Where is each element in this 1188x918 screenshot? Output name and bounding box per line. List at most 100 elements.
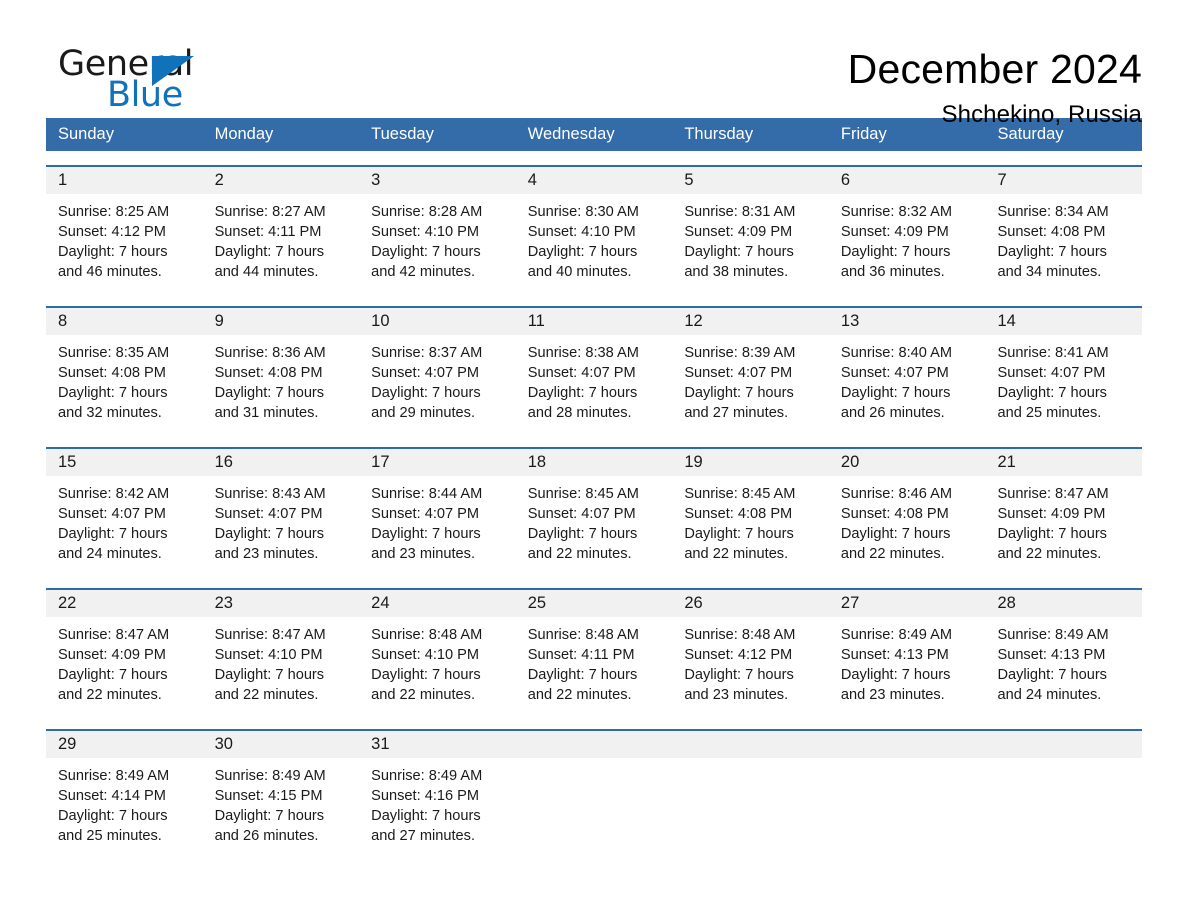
sunrise-text: Sunrise: 8:49 AM (371, 768, 483, 784)
day-cell[interactable]: 27 Sunrise: 8:49 AM Sunset: 4:13 PM Dayl… (828, 590, 986, 715)
day-cell[interactable]: 18 Sunrise: 8:45 AM Sunset: 4:07 PM Dayl… (515, 449, 673, 574)
day-cell[interactable]: 9 Sunrise: 8:36 AM Sunset: 4:08 PM Dayli… (202, 308, 360, 433)
daylight-text-line1: Daylight: 7 hours (684, 244, 794, 260)
day-cell[interactable]: 25 Sunrise: 8:48 AM Sunset: 4:11 PM Dayl… (515, 590, 673, 715)
day-cell[interactable]: 13 Sunrise: 8:40 AM Sunset: 4:07 PM Dayl… (828, 308, 986, 433)
daylight-text-line1: Daylight: 7 hours (371, 808, 481, 824)
day-cell[interactable]: 3 Sunrise: 8:28 AM Sunset: 4:10 PM Dayli… (359, 167, 516, 292)
sunset-text: Sunset: 4:11 PM (214, 224, 322, 240)
day-details: Sunrise: 8:27 AM Sunset: 4:11 PM Dayligh… (203, 194, 360, 292)
day-details: Sunrise: 8:45 AM Sunset: 4:08 PM Dayligh… (672, 476, 829, 574)
day-cell[interactable]: 17 Sunrise: 8:44 AM Sunset: 4:07 PM Dayl… (359, 449, 516, 574)
day-number: 7 (985, 167, 1143, 194)
daylight-text-line2: and 38 minutes. (684, 264, 789, 280)
sunrise-text: Sunrise: 8:36 AM (214, 345, 326, 361)
sunrise-text: Sunrise: 8:27 AM (214, 204, 326, 220)
day-cell[interactable]: 21 Sunrise: 8:47 AM Sunset: 4:09 PM Dayl… (985, 449, 1143, 574)
day-cell[interactable]: 12 Sunrise: 8:39 AM Sunset: 4:07 PM Dayl… (672, 308, 829, 433)
weekday-header-wednesday: Wednesday (527, 125, 615, 143)
sunset-text: Sunset: 4:07 PM (840, 365, 949, 381)
day-details: Sunrise: 8:48 AM Sunset: 4:12 PM Dayligh… (672, 617, 829, 715)
day-cell[interactable]: 6 Sunrise: 8:32 AM Sunset: 4:09 PM Dayli… (828, 167, 986, 292)
day-cell[interactable]: 30 Sunrise: 8:49 AM Sunset: 4:15 PM Dayl… (202, 731, 360, 856)
daylight-text-line2: and 44 minutes. (214, 264, 319, 280)
day-cell[interactable]: 24 Sunrise: 8:48 AM Sunset: 4:10 PM Dayl… (359, 590, 516, 715)
day-cell[interactable]: 31 Sunrise: 8:49 AM Sunset: 4:16 PM Dayl… (359, 731, 516, 856)
day-number (828, 731, 986, 758)
daylight-text-line1: Daylight: 7 hours (214, 244, 325, 260)
daylight-text-line2: and 28 minutes. (527, 405, 632, 421)
day-number: 30 (202, 731, 360, 758)
calendar-week-row: 1 Sunrise: 8:25 AM Sunset: 4:12 PM Dayli… (46, 165, 1143, 292)
daylight-text-line1: Daylight: 7 hours (371, 667, 481, 683)
day-cell[interactable]: 22 Sunrise: 8:47 AM Sunset: 4:09 PM Dayl… (46, 590, 203, 715)
day-details: Sunrise: 8:35 AM Sunset: 4:08 PM Dayligh… (46, 335, 203, 433)
day-details: Sunrise: 8:36 AM Sunset: 4:08 PM Dayligh… (203, 335, 360, 433)
weekday-header-monday: Monday (214, 125, 274, 143)
day-cell[interactable]: 7 Sunrise: 8:34 AM Sunset: 4:08 PM Dayli… (985, 167, 1143, 292)
daylight-text-line1: Daylight: 7 hours (527, 385, 638, 401)
sunset-text: Sunset: 4:10 PM (371, 647, 480, 663)
day-cell[interactable]: 11 Sunrise: 8:38 AM Sunset: 4:07 PM Dayl… (515, 308, 673, 433)
sunrise-text: Sunrise: 8:49 AM (997, 627, 1109, 643)
daylight-text-line2: and 25 minutes. (58, 828, 162, 844)
daylight-text-line2: and 40 minutes. (527, 264, 632, 280)
daylight-text-line2: and 23 minutes. (684, 687, 789, 703)
weekday-header-row: Sunday Monday Tuesday Wednesday Thursday… (46, 118, 1142, 151)
day-cell[interactable]: 19 Sunrise: 8:45 AM Sunset: 4:08 PM Dayl… (672, 449, 829, 574)
day-cell[interactable]: 14 Sunrise: 8:41 AM Sunset: 4:07 PM Dayl… (985, 308, 1143, 433)
daylight-text-line2: and 22 minutes. (527, 546, 632, 562)
day-cell[interactable]: 26 Sunrise: 8:48 AM Sunset: 4:12 PM Dayl… (672, 590, 829, 715)
sunset-text: Sunset: 4:11 PM (527, 647, 635, 663)
daylight-text-line2: and 27 minutes. (371, 828, 476, 844)
daylight-text-line2: and 36 minutes. (840, 264, 945, 280)
calendar-week-row: 8 Sunrise: 8:35 AM Sunset: 4:08 PM Dayli… (46, 306, 1143, 433)
sunset-text: Sunset: 4:09 PM (58, 647, 166, 663)
day-cell[interactable]: 2 Sunrise: 8:27 AM Sunset: 4:11 PM Dayli… (202, 167, 360, 292)
day-cell[interactable]: 15 Sunrise: 8:42 AM Sunset: 4:07 PM Dayl… (46, 449, 203, 574)
day-details: Sunrise: 8:34 AM Sunset: 4:08 PM Dayligh… (985, 194, 1142, 292)
day-number: 13 (828, 308, 986, 335)
day-cell[interactable]: 20 Sunrise: 8:46 AM Sunset: 4:08 PM Dayl… (828, 449, 986, 574)
daylight-text-line2: and 26 minutes. (214, 828, 319, 844)
sunrise-text: Sunrise: 8:48 AM (527, 627, 639, 643)
day-cell[interactable]: 28 Sunrise: 8:49 AM Sunset: 4:13 PM Dayl… (985, 590, 1143, 715)
day-cell[interactable]: 16 Sunrise: 8:43 AM Sunset: 4:07 PM Dayl… (202, 449, 360, 574)
general-blue-logo: General Blue (46, 44, 246, 120)
daylight-text-line2: and 22 minutes. (684, 546, 789, 562)
daylight-text-line2: and 31 minutes. (214, 405, 319, 421)
daylight-text-line1: Daylight: 7 hours (58, 808, 168, 824)
sunset-text: Sunset: 4:07 PM (527, 365, 636, 381)
day-cell[interactable]: 4 Sunrise: 8:30 AM Sunset: 4:10 PM Dayli… (515, 167, 673, 292)
daylight-text-line1: Daylight: 7 hours (527, 244, 638, 260)
day-number (515, 731, 673, 758)
day-number: 5 (672, 167, 829, 194)
sunrise-text: Sunrise: 8:49 AM (214, 768, 326, 784)
day-details: Sunrise: 8:46 AM Sunset: 4:08 PM Dayligh… (829, 476, 986, 574)
sunset-text: Sunset: 4:07 PM (527, 506, 636, 522)
day-cell[interactable]: 23 Sunrise: 8:47 AM Sunset: 4:10 PM Dayl… (202, 590, 360, 715)
day-cell[interactable]: 29 Sunrise: 8:49 AM Sunset: 4:14 PM Dayl… (46, 731, 203, 856)
sunset-text: Sunset: 4:10 PM (371, 224, 480, 240)
day-number: 19 (672, 449, 829, 476)
daylight-text-line1: Daylight: 7 hours (840, 667, 951, 683)
sunrise-text: Sunrise: 8:38 AM (527, 345, 639, 361)
day-cell[interactable]: 5 Sunrise: 8:31 AM Sunset: 4:09 PM Dayli… (672, 167, 829, 292)
day-cell[interactable]: 10 Sunrise: 8:37 AM Sunset: 4:07 PM Dayl… (359, 308, 516, 433)
day-cell[interactable]: 1 Sunrise: 8:25 AM Sunset: 4:12 PM Dayli… (46, 167, 203, 292)
day-number (672, 731, 829, 758)
sunset-text: Sunset: 4:08 PM (840, 506, 949, 522)
daylight-text-line1: Daylight: 7 hours (371, 526, 481, 542)
daylight-text-line1: Daylight: 7 hours (58, 385, 168, 401)
day-details: Sunrise: 8:43 AM Sunset: 4:07 PM Dayligh… (203, 476, 360, 574)
sunrise-text: Sunrise: 8:45 AM (684, 486, 796, 502)
daylight-text-line1: Daylight: 7 hours (527, 526, 638, 542)
sunrise-text: Sunrise: 8:25 AM (58, 204, 170, 220)
day-details: Sunrise: 8:38 AM Sunset: 4:07 PM Dayligh… (516, 335, 673, 433)
daylight-text-line1: Daylight: 7 hours (527, 667, 638, 683)
day-details: Sunrise: 8:47 AM Sunset: 4:09 PM Dayligh… (985, 476, 1142, 574)
daylight-text-line1: Daylight: 7 hours (997, 526, 1107, 542)
day-cell[interactable]: 8 Sunrise: 8:35 AM Sunset: 4:08 PM Dayli… (46, 308, 203, 433)
daylight-text-line1: Daylight: 7 hours (58, 667, 168, 683)
sunrise-text: Sunrise: 8:34 AM (997, 204, 1109, 220)
